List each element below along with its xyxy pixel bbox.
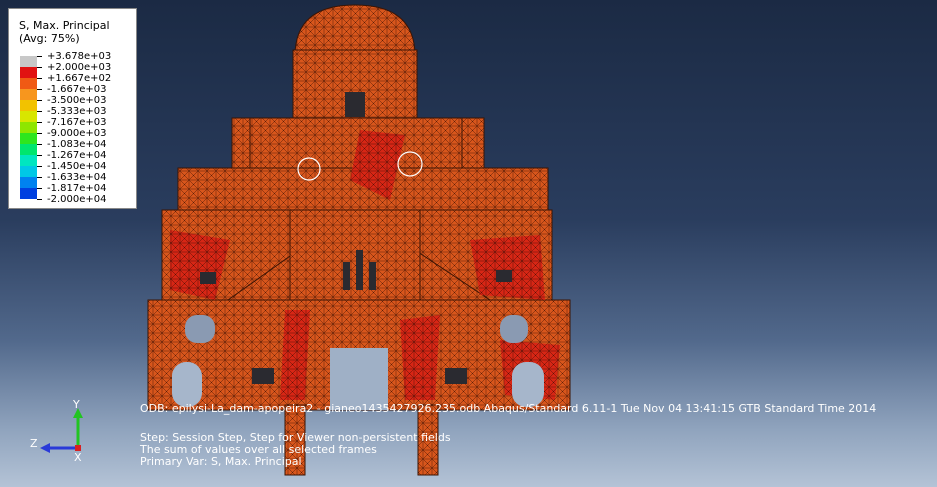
legend-swatch <box>20 56 37 67</box>
legend-value: -1.633e+04 <box>47 172 107 183</box>
legend-value: -1.267e+04 <box>47 150 107 161</box>
legend-value: -2.000e+04 <box>47 194 107 205</box>
legend-swatch <box>20 177 37 188</box>
legend-swatch <box>20 100 37 111</box>
legend-swatch <box>20 133 37 144</box>
legend-swatch <box>20 111 37 122</box>
legend-tick <box>37 100 42 101</box>
legend-value: +1.667e+02 <box>47 73 112 84</box>
legend-tick <box>37 111 42 112</box>
legend-swatch <box>20 188 37 199</box>
legend-tick <box>37 78 42 79</box>
legend-swatch <box>20 89 37 100</box>
step-info: Step: Session Step, Step for Viewer non-… <box>140 432 451 468</box>
legend-value: -9.000e+03 <box>47 128 107 139</box>
legend-swatch <box>20 155 37 166</box>
x-axis-label: X <box>74 451 82 464</box>
z-axis-label: Z <box>30 437 38 450</box>
legend-value: -7.167e+03 <box>47 117 107 128</box>
legend-swatch <box>20 122 37 133</box>
legend-tick <box>37 67 42 68</box>
legend-subtitle: (Avg: 75%) <box>19 32 80 45</box>
legend-value: -1.817e+04 <box>47 183 107 194</box>
legend-swatch <box>20 166 37 177</box>
primary-var-line: Primary Var: S, Max. Principal <box>140 455 302 468</box>
legend-tick <box>37 89 42 90</box>
legend-value: -3.500e+03 <box>47 95 107 106</box>
legend-tick <box>37 199 42 200</box>
legend-value: -1.083e+04 <box>47 139 107 150</box>
contour-legend[interactable]: S, Max. Principal (Avg: 75%) +3.678e+03 +… <box>8 8 137 209</box>
legend-swatch <box>20 78 37 89</box>
legend-value: -1.667e+03 <box>47 84 107 95</box>
legend-tick <box>37 56 42 57</box>
legend-tick <box>37 144 42 145</box>
legend-value: -5.333e+03 <box>47 106 107 117</box>
legend-tick <box>37 166 42 167</box>
legend-tick <box>37 122 42 123</box>
legend-tick <box>37 188 42 189</box>
odb-info-line: ODB: epilysi-La_dam-apopeira2 - gianeo14… <box>140 402 877 415</box>
legend-tick <box>37 177 42 178</box>
legend-tick <box>37 133 42 134</box>
legend-tick <box>37 155 42 156</box>
legend-swatch <box>20 144 37 155</box>
legend-swatch <box>20 67 37 78</box>
legend-value: +2.000e+03 <box>47 62 112 73</box>
legend-value: +3.678e+03 <box>47 51 112 62</box>
legend-value: -1.450e+04 <box>47 161 107 172</box>
axis-triad: Y Z X <box>30 398 83 464</box>
y-axis-label: Y <box>72 398 80 411</box>
legend-title: S, Max. Principal <box>19 19 110 32</box>
